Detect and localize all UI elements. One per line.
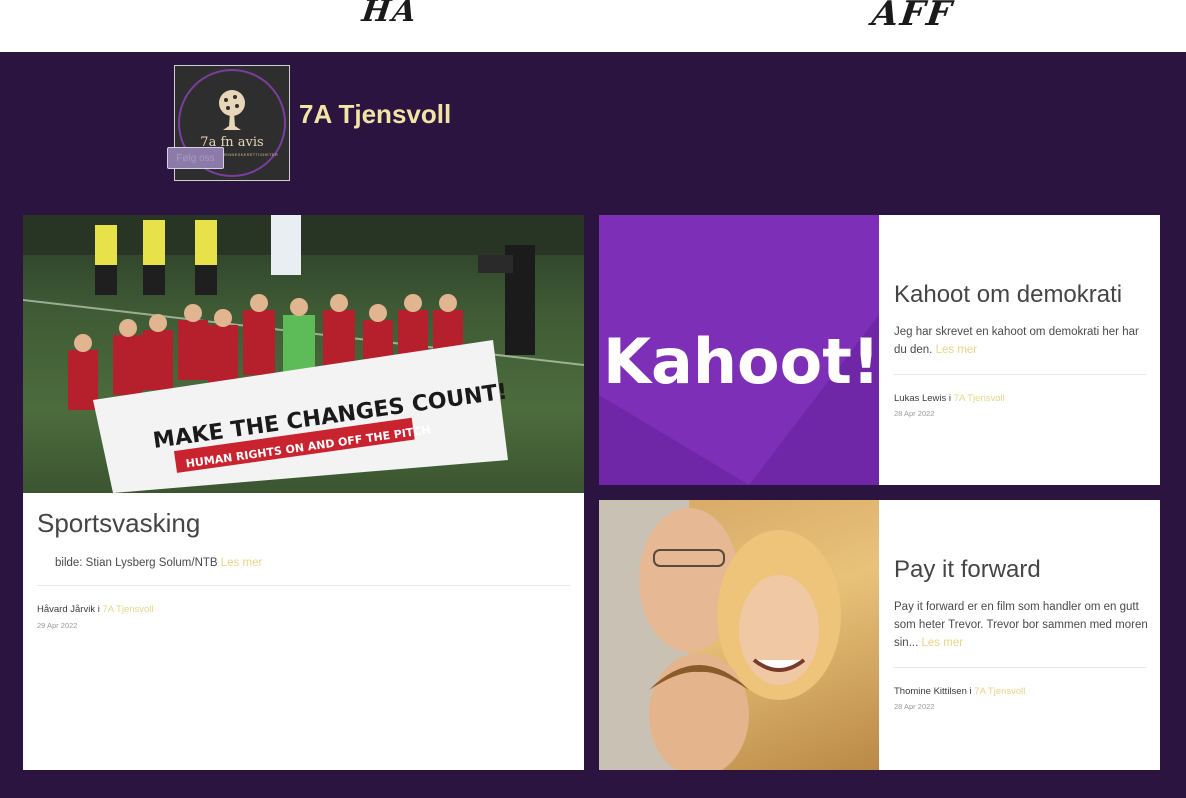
- post-divider: [894, 374, 1146, 375]
- kahoot-logo-text: Kahoot!: [603, 325, 879, 398]
- post-image-football-team[interactable]: MAKE THE CHANGES COUNT! HUMAN RIGHTS ON …: [23, 215, 584, 493]
- post-card-sportsvasking[interactable]: MAKE THE CHANGES COUNT! HUMAN RIGHTS ON …: [23, 215, 584, 770]
- read-more-link[interactable]: Les mer: [936, 344, 978, 356]
- kahoot-logo-image: Kahoot!: [599, 315, 879, 485]
- post-title[interactable]: Pay it forward: [894, 556, 1041, 584]
- tree-icon: [219, 90, 245, 130]
- post-excerpt: Jeg har skrevet en kahoot om demokrati h…: [894, 323, 1149, 359]
- site-title[interactable]: 7A Tjensvoll: [299, 99, 451, 130]
- post-excerpt-text: Jeg har skrevet en kahoot om demokrati h…: [894, 326, 1139, 356]
- post-author[interactable]: Håvard Jårvik: [37, 604, 95, 615]
- post-date: 29 Apr 2022: [37, 621, 78, 630]
- post-meta: Thomine Kittilsen i 7A Tjensvoll: [894, 686, 1025, 697]
- follow-button[interactable]: Følg oss: [167, 147, 224, 169]
- post-card-kahoot[interactable]: Kahoot! Kahoot om demokrati Jeg har skre…: [599, 215, 1160, 485]
- post-author[interactable]: Thomine Kittilsen: [894, 686, 967, 697]
- post-category-link[interactable]: 7A Tjensvoll: [102, 604, 153, 615]
- post-excerpt-text: bilde: Stian Lysberg Solum/NTB: [55, 557, 218, 569]
- post-author[interactable]: Lukas Lewis: [894, 393, 946, 404]
- post-in: i: [97, 604, 100, 615]
- read-more-link[interactable]: Les mer: [922, 637, 964, 649]
- post-image-movie-poster[interactable]: [599, 500, 879, 770]
- post-divider: [894, 667, 1146, 668]
- post-date: 28 Apr 2022: [894, 409, 935, 418]
- post-image-kahoot[interactable]: Kahoot!: [599, 215, 879, 485]
- site-header: 7a fn avis DEMOKRATI OG MENNESKERETTIGHE…: [0, 52, 1186, 215]
- banner-handwriting-left: HA: [356, 0, 424, 29]
- post-category-link[interactable]: 7A Tjensvoll: [974, 686, 1025, 697]
- post-category-link[interactable]: 7A Tjensvoll: [954, 393, 1005, 404]
- top-banner: HA AFF: [0, 0, 1186, 52]
- post-title[interactable]: Sportsvasking: [37, 508, 200, 539]
- post-in: i: [948, 393, 952, 404]
- post-divider: [37, 585, 570, 586]
- post-meta: Håvard Jårvik i 7A Tjensvoll: [37, 604, 154, 615]
- post-excerpt: bilde: Stian Lysberg Solum/NTB Les mer: [55, 554, 555, 572]
- football-team-photo: MAKE THE CHANGES COUNT! HUMAN RIGHTS ON …: [23, 215, 584, 493]
- post-excerpt: Pay it forward er en film som handler om…: [894, 598, 1154, 652]
- post-in: i: [969, 686, 972, 697]
- post-meta: Lukas Lewis i 7A Tjensvoll: [894, 393, 1005, 404]
- post-card-pay-it-forward[interactable]: Pay it forward Pay it forward er en film…: [599, 500, 1160, 770]
- banner-handwriting-right: AFF: [865, 0, 960, 34]
- post-title[interactable]: Kahoot om demokrati: [894, 281, 1122, 309]
- post-date: 28 Apr 2022: [894, 702, 935, 711]
- movie-poster-image: [599, 500, 841, 770]
- read-more-link[interactable]: Les mer: [221, 557, 263, 569]
